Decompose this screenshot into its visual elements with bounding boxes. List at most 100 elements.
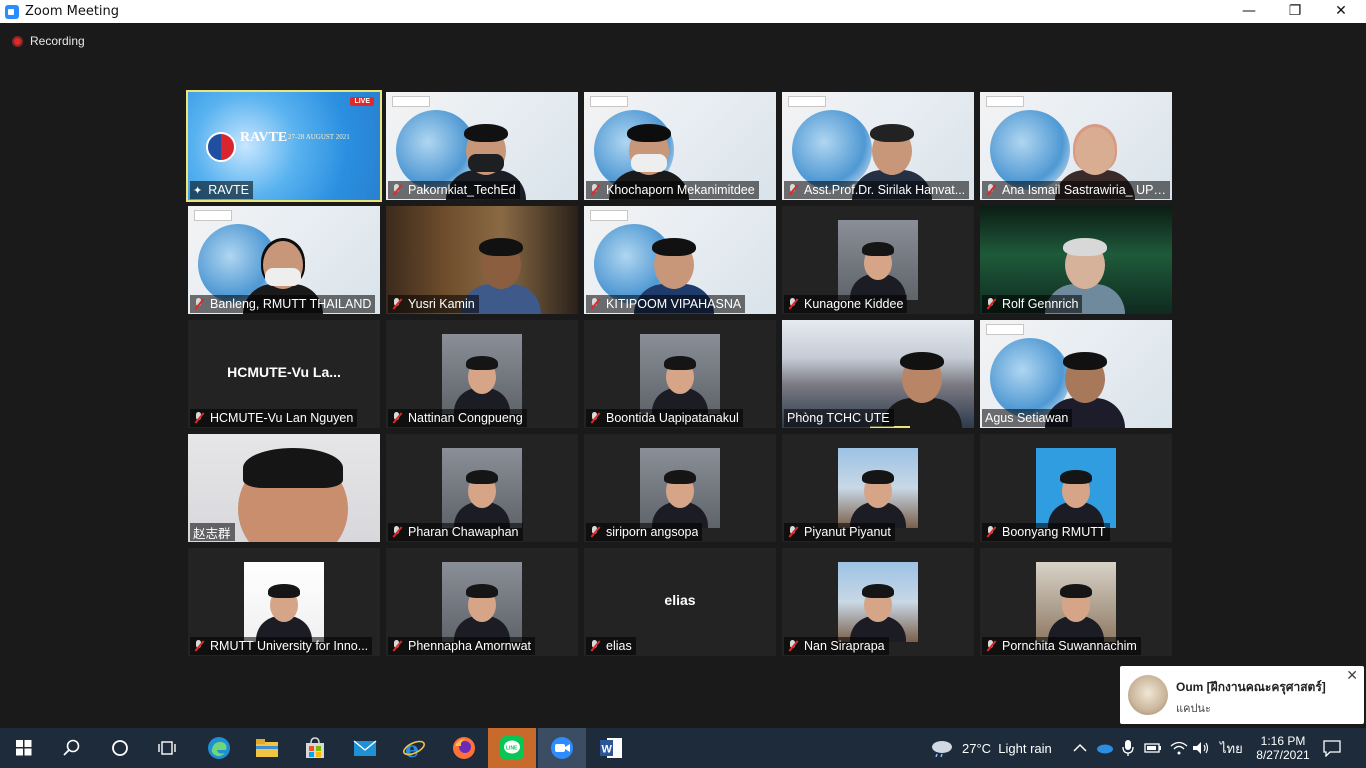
participant-tile[interactable]: Asst.Prof.Dr. Sirilak Hanvat... <box>782 92 974 200</box>
taskbar-internet-explorer[interactable]: e <box>390 728 438 768</box>
participant-name: Pharan Chawaphan <box>408 525 519 539</box>
muted-mic-icon <box>787 298 798 310</box>
firefox-icon <box>453 737 475 759</box>
avatar <box>1128 675 1168 715</box>
restore-button[interactable]: ❐ <box>1272 0 1318 23</box>
participant-tile[interactable]: RMUTT University for Inno... <box>188 548 380 656</box>
participant-nameplate: RMUTT University for Inno... <box>190 637 373 655</box>
action-center-button[interactable] <box>1322 728 1342 768</box>
microphone-icon <box>1122 740 1134 756</box>
language-indicator[interactable]: ไทย <box>1220 728 1243 768</box>
participant-hair <box>243 448 343 488</box>
participant-nameplate: Kunagone Kiddee <box>784 295 908 313</box>
participant-tile[interactable]: Nattinan Congpueng <box>386 320 578 428</box>
participant-tile[interactable]: Phòng TCHC UTE <box>782 320 974 428</box>
taskbar-mail[interactable] <box>341 728 389 768</box>
show-hidden-icons[interactable] <box>1073 728 1087 768</box>
participant-tile[interactable]: Agus Setiawan <box>980 320 1172 428</box>
taskbar-store[interactable] <box>291 728 339 768</box>
slide-date: 27-28 AUGUST 2021 <box>288 133 350 141</box>
clock-time: 1:16 PM <box>1260 734 1306 748</box>
participant-tile[interactable]: Banleng, RMUTT THAILAND <box>188 206 380 314</box>
participant-tile[interactable]: Pharan Chawaphan <box>386 434 578 542</box>
participant-tile[interactable]: HCMUTE-Vu La... HCMUTE-Vu Lan Nguyen <box>188 320 380 428</box>
cortana-button[interactable] <box>96 728 144 768</box>
participant-tile[interactable]: elias elias <box>584 548 776 656</box>
live-badge: LIVE <box>350 97 374 106</box>
muted-mic-icon <box>391 640 402 652</box>
participant-name: HCMUTE-Vu Lan Nguyen <box>210 411 354 425</box>
participant-name: siriporn angsopa <box>606 525 699 539</box>
taskbar-word[interactable]: W <box>587 728 635 768</box>
onedrive-icon <box>1097 744 1113 754</box>
ravte-logo <box>788 96 826 107</box>
chevron-up-icon <box>1073 743 1087 752</box>
wifi-tray[interactable] <box>1170 728 1188 768</box>
microphone-tray[interactable] <box>1122 728 1134 768</box>
participant-tile[interactable]: Ana Ismail Sastrawiria_ UPI ... <box>980 92 1172 200</box>
participant-tile[interactable]: Pornchita Suwannachim <box>980 548 1172 656</box>
taskbar-line[interactable]: LINE <box>488 728 536 768</box>
participant-tile[interactable]: KITIPOOM VIPAHASNA <box>584 206 776 314</box>
recording-indicator[interactable]: Recording <box>12 34 85 48</box>
participant-nameplate: elias <box>586 637 636 655</box>
participant-name: Boonyang RMUTT <box>1002 525 1106 539</box>
volume-tray[interactable] <box>1192 728 1210 768</box>
battery-tray[interactable] <box>1144 728 1162 768</box>
taskbar-zoom[interactable] <box>538 728 586 768</box>
taskbar-file-explorer[interactable] <box>243 728 291 768</box>
participant-nameplate: Pharan Chawaphan <box>388 523 523 541</box>
participant-tile[interactable]: Khochaporn Mekanimitdee <box>584 92 776 200</box>
close-button[interactable]: ✕ <box>1318 0 1364 23</box>
participant-name: Piyanut Piyanut <box>804 525 891 539</box>
participant-tile[interactable]: Yusri Kamin <box>386 206 578 314</box>
ravte-logo <box>194 210 232 221</box>
window-title: Zoom Meeting <box>25 4 120 19</box>
participant-tile[interactable]: siriporn angsopa <box>584 434 776 542</box>
participant-nameplate: Boonyang RMUTT <box>982 523 1110 541</box>
muted-mic-icon <box>589 298 600 310</box>
profile-photo <box>640 334 720 414</box>
slide-title: RAVTE <box>240 130 288 145</box>
participant-display-name: elias <box>664 592 696 608</box>
profile-photo <box>838 448 918 528</box>
mail-icon <box>353 740 377 756</box>
task-view-button[interactable] <box>144 728 192 768</box>
participant-tile[interactable]: Kunagone Kiddee <box>782 206 974 314</box>
notification-close-icon[interactable]: ✕ <box>1346 668 1358 684</box>
participant-name: Ana Ismail Sastrawiria_ UPI ... <box>1002 183 1166 197</box>
participant-tile[interactable]: Boontida Uapipatanakul <box>584 320 776 428</box>
participant-name: 赵志群 <box>193 526 231 541</box>
chat-notification[interactable]: Oum [ฝึกงานคณะครุศาสตร์] แคปนะ ✕ <box>1120 666 1364 724</box>
search-button[interactable] <box>48 728 96 768</box>
participant-tile[interactable]: Rolf Gennrich <box>980 206 1172 314</box>
minimize-button[interactable]: — <box>1226 0 1272 23</box>
speaker-icon <box>1193 742 1209 754</box>
taskbar-edge[interactable] <box>195 728 243 768</box>
participant-tile[interactable]: Pakornkiat_TechEd <box>386 92 578 200</box>
onedrive-tray[interactable] <box>1096 728 1114 768</box>
participant-tile[interactable]: Piyanut Piyanut <box>782 434 974 542</box>
participant-name: Pornchita Suwannachim <box>1002 639 1137 653</box>
language-label: ไทย <box>1220 740 1243 756</box>
profile-photo <box>1036 562 1116 642</box>
weather-text: 27°C Light rain <box>962 740 1052 756</box>
muted-mic-icon <box>985 184 996 196</box>
ravte-logo <box>206 132 236 162</box>
weather-widget[interactable]: 27°C Light rain <box>930 728 1052 768</box>
participant-name: Asst.Prof.Dr. Sirilak Hanvat... <box>804 183 966 197</box>
participant-tile[interactable]: Boonyang RMUTT <box>980 434 1172 542</box>
participant-tile[interactable]: 赵志群 <box>188 434 380 542</box>
muted-mic-icon <box>589 412 600 424</box>
cortana-icon <box>112 740 128 756</box>
taskbar-firefox[interactable] <box>440 728 488 768</box>
clock[interactable]: 1:16 PM 8/27/2021 <box>1250 728 1316 768</box>
profile-photo <box>442 562 522 642</box>
participant-display-name: HCMUTE-Vu La... <box>227 364 341 380</box>
start-button[interactable] <box>0 728 48 768</box>
participant-name: RMUTT University for Inno... <box>210 639 369 653</box>
participant-tile[interactable]: Phennapha Amornwat <box>386 548 578 656</box>
ravte-logo <box>986 324 1024 335</box>
participant-tile[interactable]: RAVTE 27-28 AUGUST 2021 LIVE ✦ RAVTE <box>186 90 382 202</box>
participant-tile[interactable]: Nan Siraprapa <box>782 548 974 656</box>
